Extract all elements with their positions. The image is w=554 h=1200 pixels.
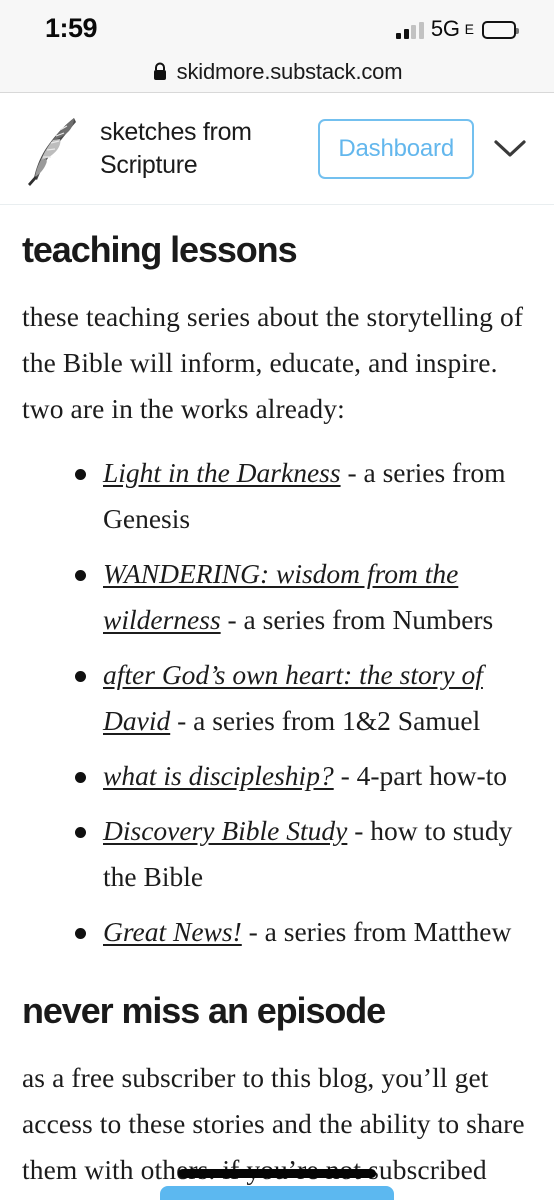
list-item: Discovery Bible Study - how to study the… bbox=[22, 808, 532, 900]
chevron-down-icon bbox=[494, 139, 526, 157]
site-title: sketches from Scripture bbox=[100, 117, 252, 179]
series-description: - a series from Numbers bbox=[220, 604, 494, 635]
series-description: - a series from Matthew bbox=[241, 916, 512, 947]
closing-paragraph: as a free subscriber to this blog, you’l… bbox=[22, 1062, 525, 1185]
home-indicator bbox=[178, 1169, 376, 1178]
series-link[interactable]: Light in the Darkness bbox=[103, 457, 341, 488]
series-link[interactable]: what is discipleship? bbox=[103, 760, 334, 791]
url-text: skidmore.substack.com bbox=[176, 59, 403, 84]
status-bar-time: 1:59 bbox=[45, 13, 98, 43]
section-heading-never-miss: never miss an episode bbox=[22, 990, 386, 1031]
network-sub-label: E bbox=[464, 21, 474, 37]
network-type-label: 5G bbox=[430, 16, 460, 41]
site-header: sketches from Scripture Dashboard bbox=[0, 93, 554, 205]
phone-screen: 1:59 5G E skidmore.substack.com sketches… bbox=[0, 0, 554, 1200]
page-title: teaching lessons bbox=[22, 229, 298, 270]
list-item: after God’s own heart: the story of Davi… bbox=[22, 652, 532, 744]
url-bar[interactable]: skidmore.substack.com bbox=[0, 52, 554, 92]
list-item: WANDERING: wisdom from the wilderness - … bbox=[22, 551, 532, 643]
header-menu-toggle[interactable] bbox=[490, 129, 530, 169]
signal-bars-icon bbox=[396, 22, 424, 39]
series-link[interactable]: Great News! bbox=[103, 916, 242, 947]
series-link[interactable]: Discovery Bible Study bbox=[103, 815, 347, 846]
status-bar: 1:59 5G E bbox=[0, 0, 554, 52]
battery-icon bbox=[482, 21, 519, 39]
list-item: what is discipleship? - 4-part how-to bbox=[22, 753, 532, 799]
subscribe-button[interactable] bbox=[160, 1186, 394, 1200]
intro-paragraph: these teaching series about the storytel… bbox=[22, 301, 524, 424]
dashboard-button[interactable]: Dashboard bbox=[318, 118, 474, 179]
teaching-series-list: Light in the Darkness - a series from Ge… bbox=[22, 450, 532, 955]
lock-icon bbox=[153, 62, 166, 80]
series-description: - 4-part how-to bbox=[333, 760, 508, 791]
site-brand[interactable]: sketches from Scripture bbox=[22, 112, 318, 186]
series-description: - a series from 1&2 Samuel bbox=[170, 705, 481, 736]
status-bar-indicators: 5G E bbox=[396, 16, 519, 41]
article-content: teaching lessons these teaching series a… bbox=[0, 206, 554, 1200]
list-item: Great News! - a series from Matthew bbox=[22, 909, 532, 955]
feather-quill-logo bbox=[28, 117, 76, 186]
list-item: Light in the Darkness - a series from Ge… bbox=[22, 450, 532, 542]
browser-chrome: 1:59 5G E skidmore.substack.com bbox=[0, 0, 554, 93]
